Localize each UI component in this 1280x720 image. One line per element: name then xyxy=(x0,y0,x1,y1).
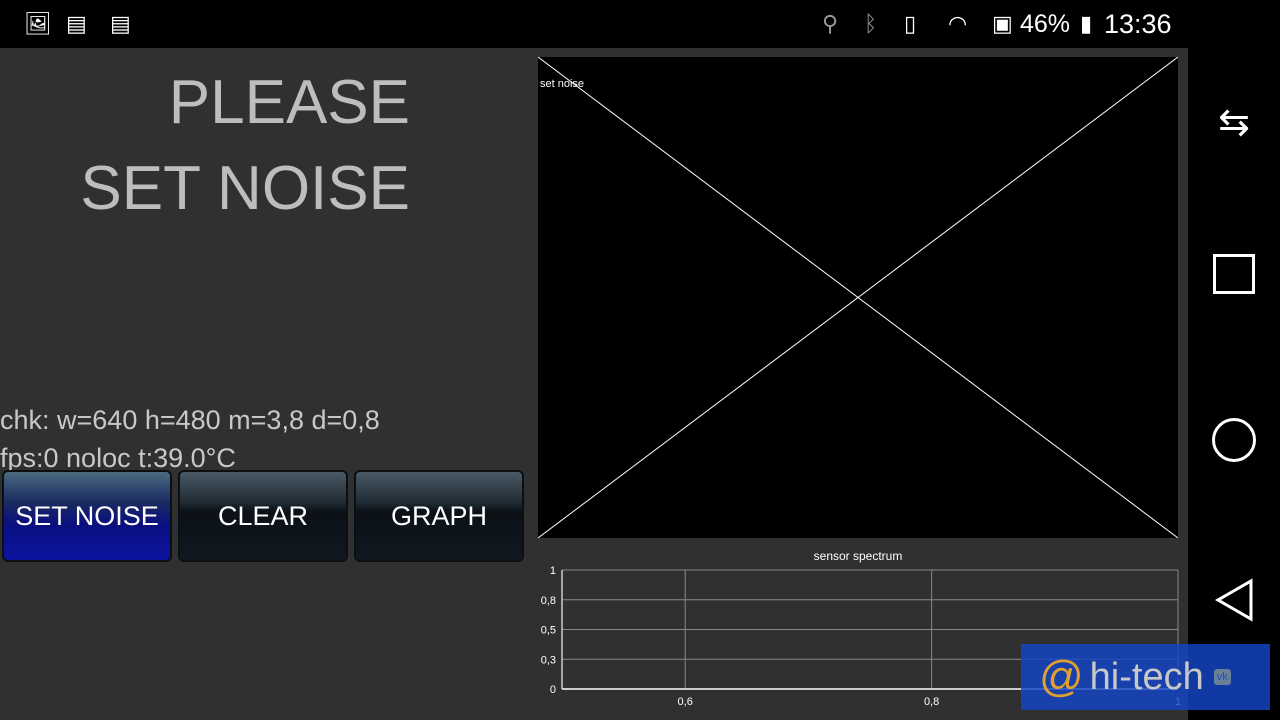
empty-preview-cross xyxy=(537,56,1179,539)
navigation-bar: ⇆ xyxy=(1188,48,1280,720)
home-icon xyxy=(1212,418,1256,462)
bluetooth-icon: ᛒ xyxy=(864,11,878,36)
wifi-icon: ◠ xyxy=(948,11,968,36)
info-line: chk: w=640 h=480 m=3,8 d=0,8 xyxy=(0,405,380,435)
y-tick-label: 0,8 xyxy=(541,595,556,607)
page-title: PLEASE SET NOISE xyxy=(0,60,410,232)
back-icon xyxy=(1214,578,1253,622)
vibrate-icon: ▯ xyxy=(904,11,917,36)
graph-button[interactable]: GRAPH xyxy=(354,470,524,562)
vk-icon: vk xyxy=(1213,669,1231,685)
camera-preview xyxy=(537,56,1179,539)
x-tick-label: 0,8 xyxy=(924,696,939,708)
back-button[interactable] xyxy=(1188,578,1280,627)
status-bar: 🖼 ▤ ▤ ⚲ ᛒ ▯ ◠ ▣ 46% ▮ 13:36 xyxy=(0,0,1280,48)
y-tick-label: 0 xyxy=(550,684,556,696)
location-icon: ⚲ xyxy=(822,11,839,36)
x-tick-label: 0,6 xyxy=(678,696,693,708)
home-button[interactable] xyxy=(1188,418,1280,462)
watermark: @ hi-tech vk xyxy=(1021,644,1270,710)
image-icon: 🖼 xyxy=(24,11,52,36)
battery-charging-icon: ▮ xyxy=(1080,11,1093,36)
preview-label: set noise xyxy=(540,78,585,90)
y-tick-label: 0,5 xyxy=(541,625,556,637)
title-line: PLEASE xyxy=(168,68,410,137)
battery-percent: 46% xyxy=(1020,10,1071,38)
set-noise-button[interactable]: SET NOISE xyxy=(2,470,172,562)
at-logo-icon: @ xyxy=(1039,652,1084,701)
y-tick-label: 1 xyxy=(550,565,556,577)
rotate-icon[interactable]: ⇆ xyxy=(1188,100,1280,145)
calendar-icon: ▤ xyxy=(66,11,87,36)
info-line: fps:0 noloc t:39.0°C xyxy=(0,443,236,470)
title-line: SET NOISE xyxy=(80,154,410,223)
clear-button[interactable]: CLEAR xyxy=(178,470,348,562)
recents-button[interactable] xyxy=(1188,254,1280,294)
watermark-text: hi-tech xyxy=(1089,655,1204,698)
sd-card-icon: ▣ xyxy=(992,11,1013,36)
calendar-icon: ▤ xyxy=(110,11,131,36)
y-tick-label: 0,3 xyxy=(541,654,556,666)
recents-icon xyxy=(1213,254,1255,294)
chart-title: sensor spectrum xyxy=(814,549,903,563)
clock: 13:36 xyxy=(1104,9,1172,39)
